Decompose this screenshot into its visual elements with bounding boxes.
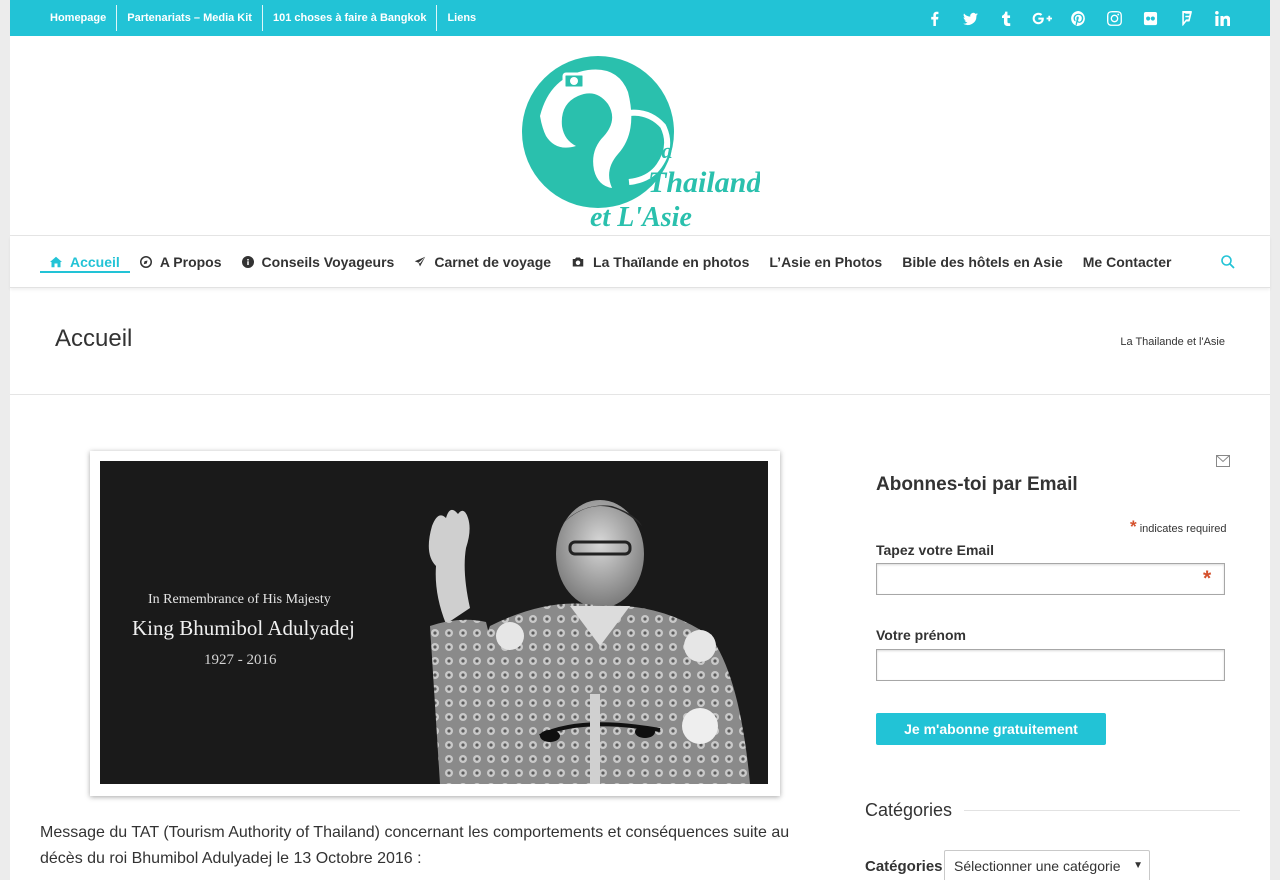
info-circle-icon bbox=[241, 256, 254, 268]
page-title: Accueil bbox=[55, 325, 133, 352]
nav-label: La Thaïlande en photos bbox=[593, 254, 750, 270]
main-navigation: Accueil A Propos Conseils Voyageurs Carn… bbox=[10, 236, 1270, 288]
required-star: * bbox=[1130, 517, 1137, 536]
top-bar: Homepage Partenariats – Media Kit 101 ch… bbox=[10, 0, 1270, 36]
logo-text-thailande: Thailande bbox=[648, 166, 760, 199]
instagram-icon[interactable] bbox=[1096, 0, 1132, 36]
header-logo-area: La Thailande et L'Asie bbox=[10, 36, 1270, 236]
required-note: * indicates required bbox=[1130, 517, 1227, 537]
envelope-icon[interactable] bbox=[1216, 455, 1230, 467]
nav-label: Me Contacter bbox=[1082, 254, 1172, 270]
foursquare-icon[interactable] bbox=[1168, 0, 1204, 36]
social-links bbox=[916, 0, 1240, 36]
categories-label: Catégories bbox=[865, 858, 943, 875]
flickr-icon[interactable] bbox=[1132, 0, 1168, 36]
categories-selected-value: Sélectionner une catégorie bbox=[954, 858, 1121, 874]
nav-item-carnet-de-voyage[interactable]: Carnet de voyage bbox=[404, 236, 561, 288]
featured-image-frame[interactable]: In Remembrance of His Majesty King Bhumi… bbox=[90, 451, 780, 796]
logo-text-asie: et L'Asie bbox=[590, 202, 692, 231]
subscribe-button[interactable]: Je m'abonne gratuitement bbox=[876, 713, 1106, 745]
nav-item-bible-hotels[interactable]: Bible des hôtels en Asie bbox=[892, 236, 1073, 288]
top-link-homepage[interactable]: Homepage bbox=[40, 5, 116, 31]
newsletter-title: Abonnes-toi par Email bbox=[876, 474, 1078, 495]
plane-icon bbox=[414, 256, 426, 268]
top-link-bangkok[interactable]: 101 choses à faire à Bangkok bbox=[261, 5, 436, 31]
categories-heading: Catégories bbox=[865, 800, 965, 821]
logo-text-la: La bbox=[647, 138, 672, 163]
top-link-media-kit[interactable]: Partenariats – Media Kit bbox=[116, 5, 262, 31]
linkedin-icon[interactable] bbox=[1204, 0, 1240, 36]
nav-item-accueil[interactable]: Accueil bbox=[40, 236, 130, 288]
categories-widget-heading: Catégories bbox=[865, 800, 1240, 822]
nav-item-thailande-photos[interactable]: La Thaïlande en photos bbox=[561, 236, 759, 288]
email-required-star: * bbox=[1203, 567, 1212, 590]
top-menu: Homepage Partenariats – Media Kit 101 ch… bbox=[40, 5, 486, 31]
featured-image[interactable]: In Remembrance of His Majesty King Bhumi… bbox=[100, 461, 768, 784]
image-caption-remembrance: In Remembrance of His Majesty bbox=[148, 592, 331, 607]
chevron-down-icon: ▼ bbox=[1133, 860, 1143, 871]
king-portrait-image bbox=[428, 500, 750, 784]
nav-item-a-propos[interactable]: A Propos bbox=[130, 236, 232, 288]
facebook-icon[interactable] bbox=[916, 0, 952, 36]
site-logo[interactable]: La Thailande et L'Asie bbox=[520, 46, 760, 231]
nav-label: Carnet de voyage bbox=[434, 254, 552, 270]
search-icon[interactable] bbox=[1220, 254, 1236, 270]
required-text: indicates required bbox=[1139, 523, 1227, 535]
article-excerpt: Message du TAT (Tourism Authority of Tha… bbox=[40, 824, 790, 867]
email-label: Tapez votre Email bbox=[876, 542, 995, 558]
google-plus-icon[interactable] bbox=[1024, 0, 1060, 36]
breadcrumb[interactable]: La Thailande et l'Asie bbox=[1120, 336, 1225, 348]
page-title-band: Accueil La Thailande et l'Asie bbox=[10, 289, 1270, 395]
compass-icon bbox=[139, 256, 152, 268]
image-caption-years: 1927 - 2016 bbox=[204, 652, 277, 668]
nav-label: A Propos bbox=[159, 254, 222, 270]
image-caption-king: King Bhumibol Adulyadej bbox=[132, 616, 355, 640]
nav-item-me-contacter[interactable]: Me Contacter bbox=[1073, 236, 1182, 288]
first-name-field[interactable] bbox=[876, 649, 1225, 681]
top-link-liens[interactable]: Liens bbox=[436, 5, 486, 31]
nav-label: Conseils Voyageurs bbox=[261, 254, 395, 270]
pinterest-icon[interactable] bbox=[1060, 0, 1096, 36]
nav-label: L’Asie en Photos bbox=[769, 254, 883, 270]
twitter-icon[interactable] bbox=[952, 0, 988, 36]
nav-label: Bible des hôtels en Asie bbox=[902, 254, 1063, 270]
categories-select[interactable]: Sélectionner une catégorie ▼ bbox=[944, 850, 1150, 880]
nav-item-asie-photos[interactable]: L’Asie en Photos bbox=[759, 236, 892, 288]
nav-label: Accueil bbox=[70, 254, 120, 270]
camera-icon bbox=[571, 256, 585, 268]
page: Homepage Partenariats – Media Kit 101 ch… bbox=[10, 0, 1270, 880]
home-icon bbox=[50, 256, 62, 268]
first-name-label: Votre prénom bbox=[876, 627, 966, 643]
nav-item-conseils-voyageurs[interactable]: Conseils Voyageurs bbox=[232, 236, 405, 288]
email-field[interactable] bbox=[876, 563, 1225, 595]
tumblr-icon[interactable] bbox=[988, 0, 1024, 36]
